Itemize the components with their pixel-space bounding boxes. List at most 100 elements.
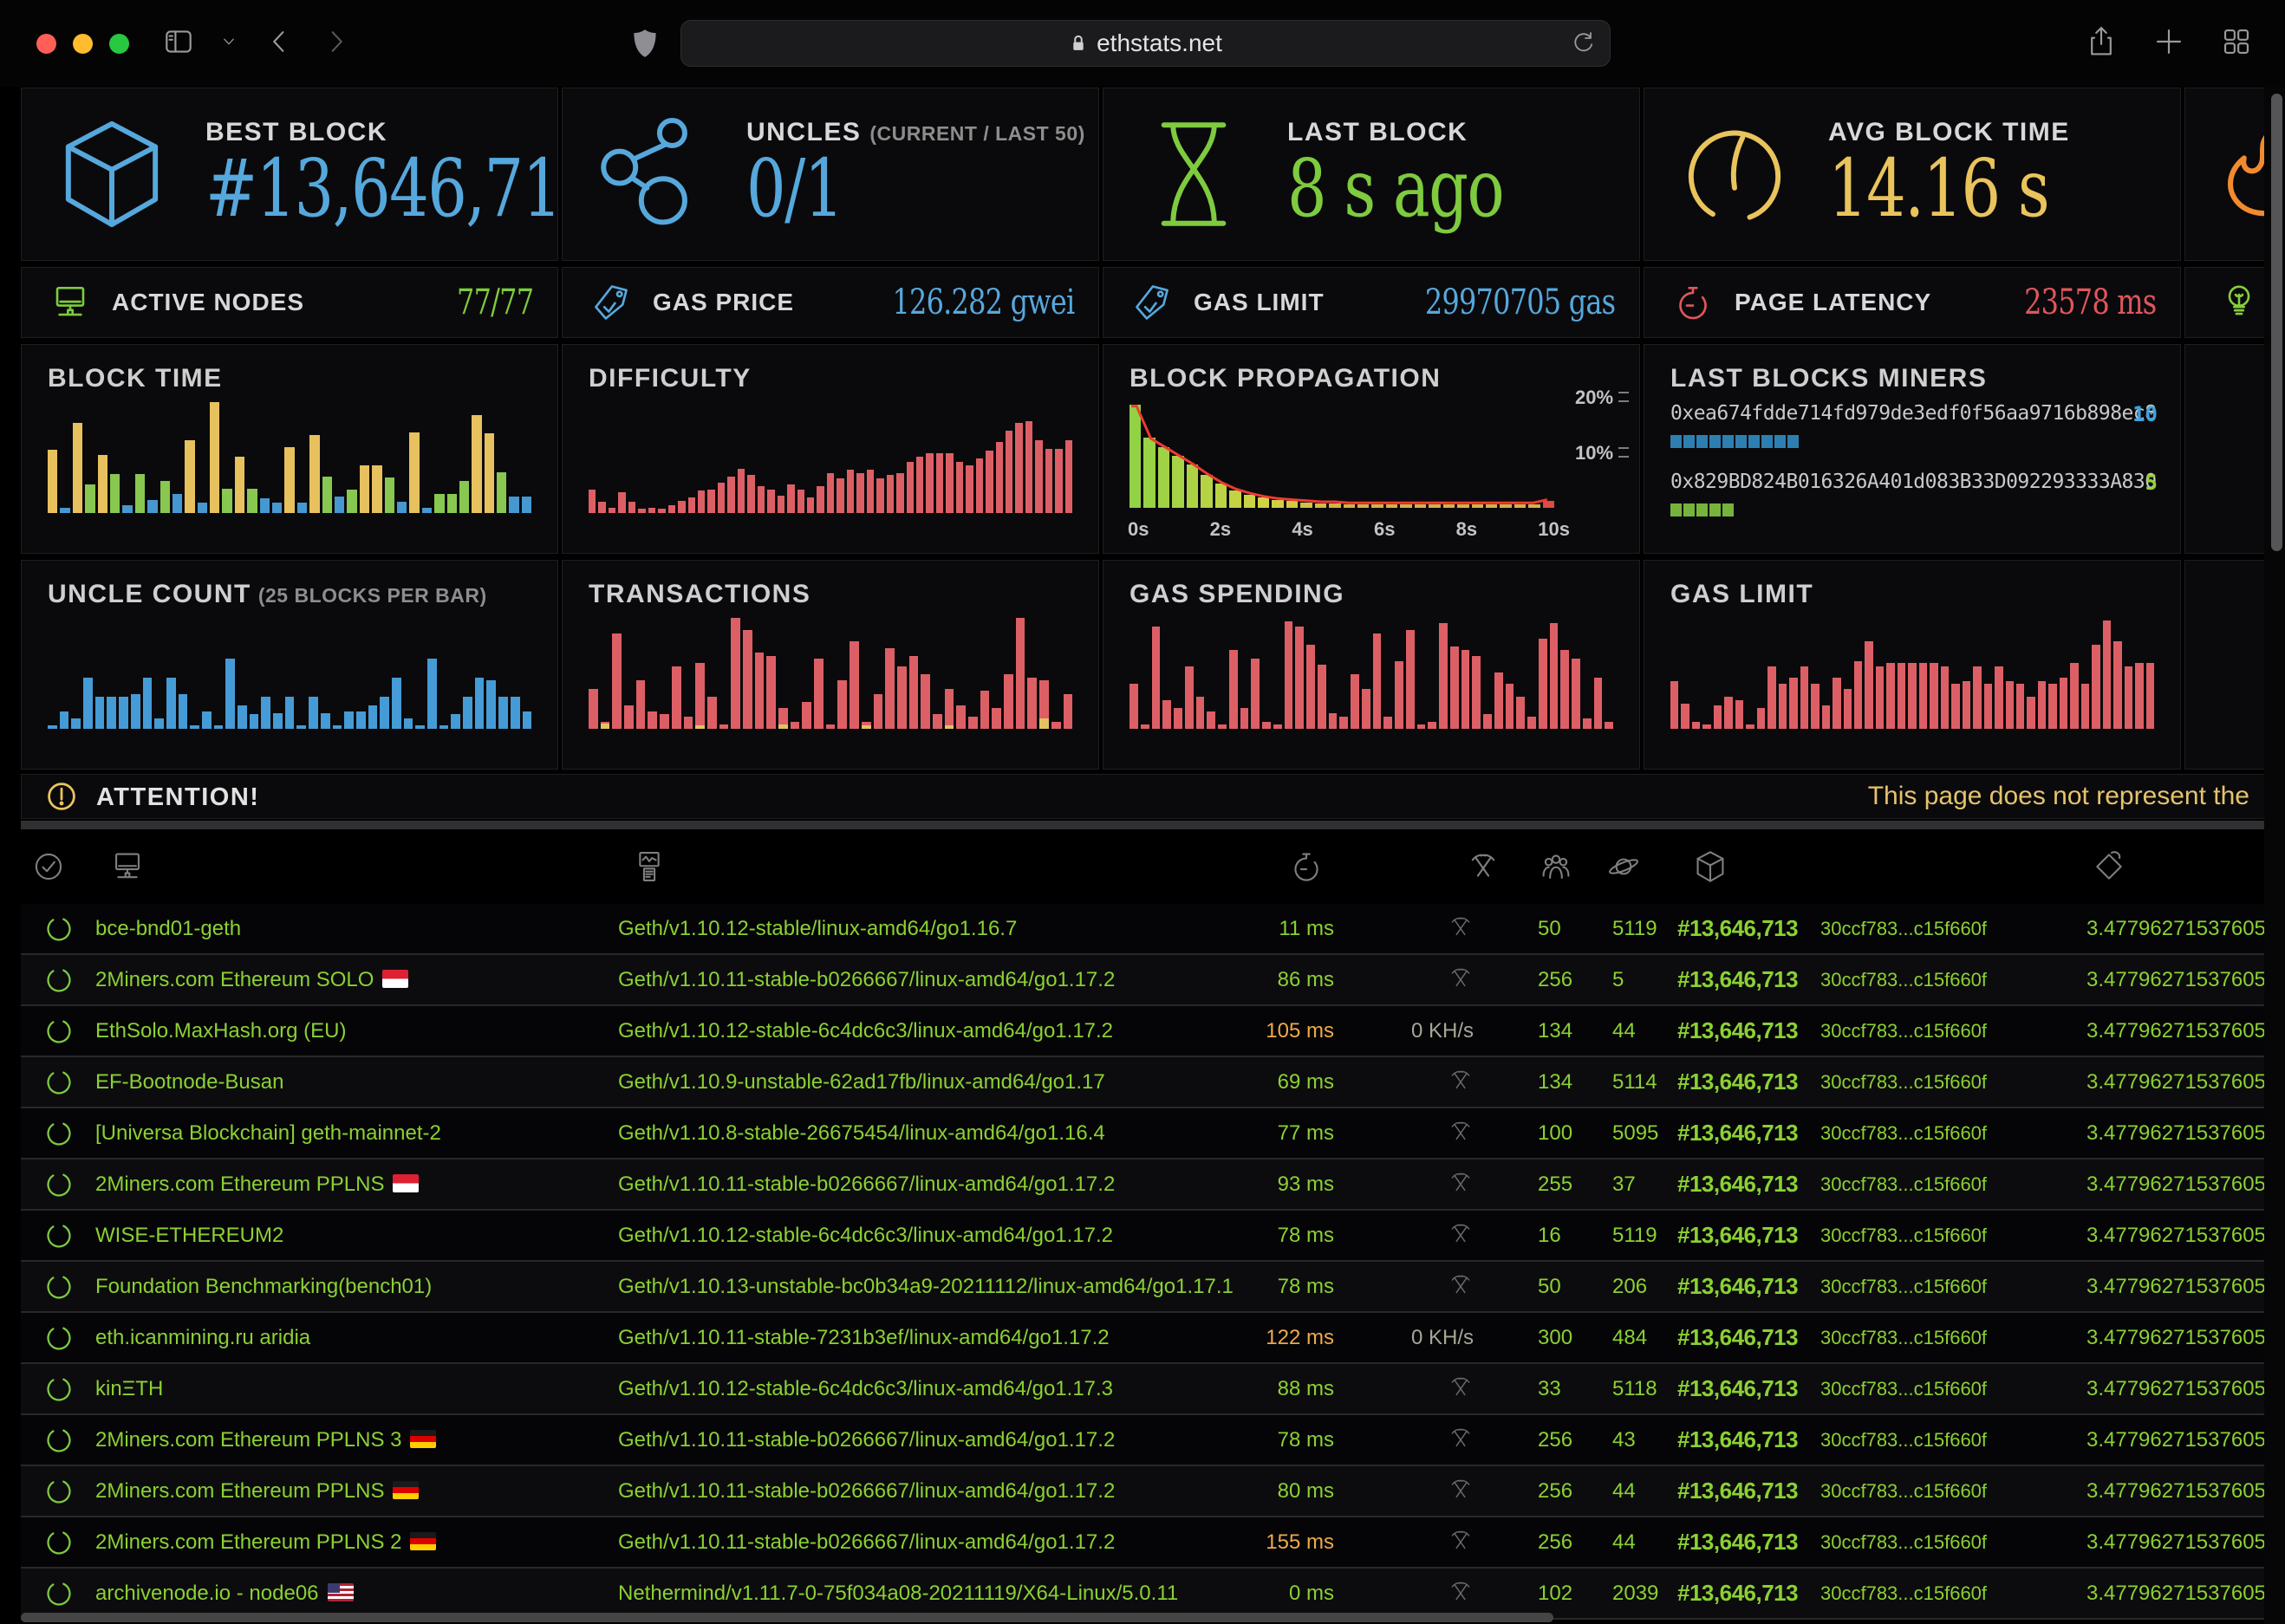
node-name[interactable]: 2Miners.com Ethereum PPLNS 2	[95, 1517, 436, 1567]
node-name[interactable]: 2Miners.com Ethereum PPLNS	[95, 1466, 419, 1516]
node-row[interactable]: Foundation Benchmarking(bench01)Geth/v1.…	[21, 1262, 2285, 1313]
zoom-window-button[interactable]	[109, 34, 129, 54]
check-circle-icon	[32, 850, 65, 883]
chart-difficulty: DIFFICULTY	[562, 344, 1099, 554]
column-pickaxes-header[interactable]	[1467, 850, 1500, 883]
column-client-terminal-header[interactable]	[633, 850, 666, 883]
miner-blocks	[1670, 435, 2158, 448]
bar	[1172, 456, 1183, 508]
column-cube-header[interactable]	[1694, 850, 1727, 883]
node-block-hash: 30ccf783...c15f660f	[1820, 1262, 1987, 1311]
column-saturn-header[interactable]	[1607, 850, 1640, 883]
node-row[interactable]: kinΞTHGeth/v1.10.12-stable-6c4dc6c3/linu…	[21, 1364, 2285, 1415]
column-stopwatch-header[interactable]	[1290, 850, 1323, 883]
bar	[956, 705, 966, 729]
column-difficulty-tag-header[interactable]	[2093, 850, 2126, 883]
bar	[609, 508, 615, 513]
hourglass-icon	[1136, 110, 1251, 238]
node-row[interactable]: bce-bnd01-gethGeth/v1.10.12-stable/linux…	[21, 904, 2285, 955]
bar	[147, 500, 157, 513]
privacy-shield-icon[interactable]	[629, 28, 661, 59]
column-node-monitor-header[interactable]	[111, 850, 144, 883]
miner-block-square	[1735, 435, 1747, 448]
bar	[509, 497, 518, 513]
node-row[interactable]: 2Miners.com Ethereum PPLNS 3Geth/v1.10.1…	[21, 1415, 2285, 1466]
node-name[interactable]: [Universa Blockchain] geth-mainnet-2	[95, 1108, 441, 1158]
node-name[interactable]: 2Miners.com Ethereum PPLNS 3	[95, 1415, 436, 1465]
bar	[1457, 504, 1468, 508]
y-tick-label: 10%	[1575, 442, 1629, 464]
node-block-hash: 30ccf783...c15f660f	[1820, 1313, 1987, 1362]
node-row[interactable]: EF-Bootnode-BusanGeth/v1.10.9-unstable-6…	[21, 1057, 2285, 1108]
bar	[837, 478, 843, 513]
tab-grid-button[interactable]	[2221, 26, 2252, 57]
attention-marquee: This page does not represent the	[1868, 782, 2249, 811]
node-row[interactable]: WISE-ETHEREUM2Geth/v1.10.12-stable-6c4dc…	[21, 1211, 2285, 1262]
minimize-window-button[interactable]	[73, 34, 93, 54]
plus-button[interactable]	[2153, 26, 2184, 57]
sidebar-button[interactable]	[163, 26, 194, 57]
chevron-left-button[interactable]	[264, 26, 295, 57]
node-last-block: #13,646,713	[1677, 1006, 1798, 1056]
bar	[1272, 500, 1283, 508]
node-hashrate: 0 KH/s	[1321, 1006, 1474, 1056]
bar	[1141, 724, 1149, 729]
chevron-down-button[interactable]	[220, 33, 238, 50]
miner-blocks	[1670, 503, 2158, 516]
chart-transactions: TRANSACTIONS	[562, 560, 1099, 770]
node-mining	[1321, 1160, 1474, 1209]
node-row[interactable]: EthSolo.MaxHash.org (EU)Geth/v1.10.12-st…	[21, 1006, 2285, 1057]
node-name[interactable]: Foundation Benchmarking(bench01)	[95, 1262, 432, 1311]
bar	[1185, 666, 1194, 729]
node-name[interactable]: 2Miners.com Ethereum PPLNS	[95, 1160, 419, 1209]
bar	[862, 722, 871, 729]
scrollbar-thumb[interactable]	[2271, 94, 2282, 551]
node-name[interactable]: bce-bnd01-geth	[95, 904, 241, 953]
tag-icon	[1133, 283, 1171, 322]
miner-block-square	[1722, 435, 1734, 448]
node-total-difficulty: 3.477962715376051e+22	[2086, 1057, 2284, 1107]
bar	[1757, 708, 1765, 729]
share-up-button[interactable]	[2086, 26, 2117, 57]
column-peers-group-header[interactable]	[1540, 850, 1572, 883]
node-name[interactable]: WISE-ETHEREUM2	[95, 1211, 283, 1260]
node-row[interactable]: [Universa Blockchain] geth-mainnet-2Geth…	[21, 1108, 2285, 1160]
node-name[interactable]: eth.icanmining.ru aridia	[95, 1313, 310, 1362]
node-pending: 44	[1612, 1517, 1636, 1567]
node-name[interactable]: 2Miners.com Ethereum SOLO	[95, 955, 408, 1004]
bar	[1583, 718, 1592, 729]
bar	[718, 483, 725, 513]
close-window-button[interactable]	[36, 34, 56, 54]
node-name[interactable]: kinΞTH	[95, 1364, 163, 1413]
shield-icon	[629, 28, 661, 59]
node-name[interactable]: archivenode.io - node06	[95, 1569, 354, 1618]
node-row[interactable]: eth.icanmining.ru aridiaGeth/v1.10.11-st…	[21, 1313, 2285, 1364]
address-bar[interactable]: ethstats.net	[680, 20, 1611, 67]
node-name[interactable]: EthSolo.MaxHash.org (EU)	[95, 1006, 346, 1056]
miner-block-square	[1696, 435, 1708, 448]
node-total-difficulty: 3.477962715376051e+22	[2086, 1211, 2284, 1260]
spinner-icon	[45, 1580, 73, 1608]
miner-entry[interactable]: 0x829BD824B016326A401d083B33D092293333A8…	[1670, 471, 2158, 516]
node-row[interactable]: 2Miners.com Ethereum PPLNSGeth/v1.10.11-…	[21, 1160, 2285, 1211]
node-row[interactable]: 2Miners.com Ethereum PPLNSGeth/v1.10.11-…	[21, 1466, 2285, 1517]
column-check-circle-header[interactable]	[32, 850, 65, 883]
node-name[interactable]: EF-Bootnode-Busan	[95, 1057, 283, 1107]
node-mining	[1321, 1211, 1474, 1260]
node-monitor-icon	[111, 850, 144, 883]
difficulty-tag-icon	[2093, 850, 2126, 883]
node-row[interactable]: 2Miners.com Ethereum PPLNS 2Geth/v1.10.1…	[21, 1517, 2285, 1569]
node-client-version: Geth/v1.10.11-stable-b0266667/linux-amd6…	[618, 955, 1115, 1004]
bar	[1439, 623, 1448, 729]
miner-entry[interactable]: 0xea674fdde714fd979de3edf0f56aa9716b898e…	[1670, 402, 2158, 448]
bar	[2070, 663, 2078, 729]
bar	[1351, 674, 1359, 729]
reload-button-slot[interactable]	[1570, 30, 1596, 56]
bar-accent	[601, 724, 610, 729]
horizontal-scrollbar[interactable]	[21, 1613, 1553, 1622]
node-row[interactable]: 2Miners.com Ethereum SOLO Geth/v1.10.11-s…	[21, 955, 2285, 1006]
chart-gas-spending: GAS SPENDING	[1103, 560, 1640, 770]
node-peers: 100	[1538, 1108, 1572, 1158]
node-peers: 50	[1538, 1262, 1561, 1311]
chevron-right-button[interactable]	[321, 26, 352, 57]
